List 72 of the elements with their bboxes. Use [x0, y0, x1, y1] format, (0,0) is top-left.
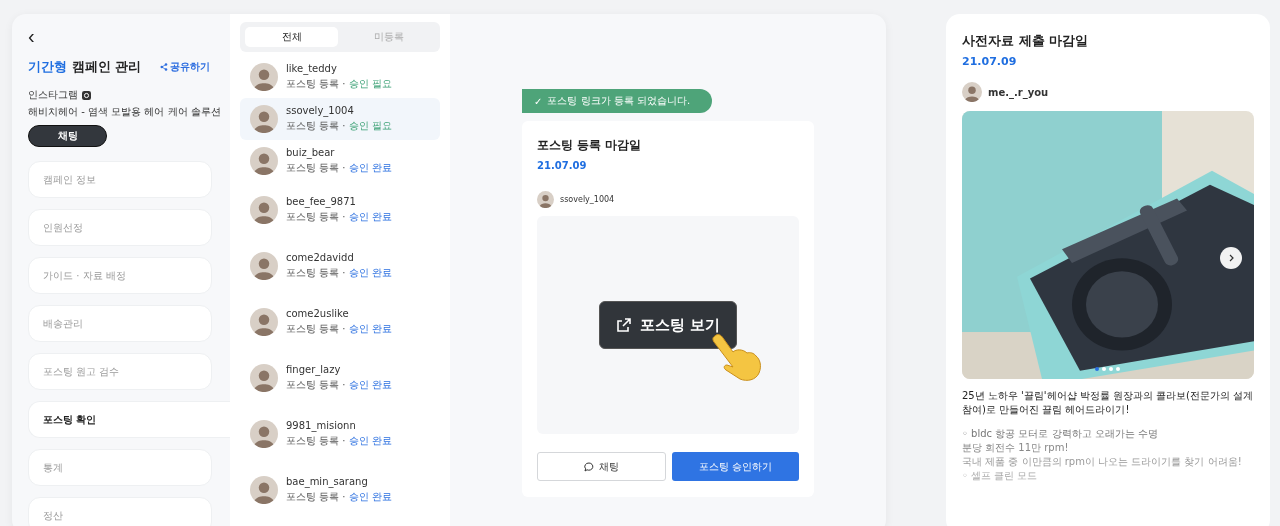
creator-row[interactable]: bee_fee_9871 포스팅 등록 · 승인 완료	[240, 182, 440, 238]
posting-status: 포스팅 등록 · 승인 필요	[286, 119, 392, 133]
view-posting-button[interactable]: 포스팅 보기	[599, 301, 737, 349]
creator-name: bae_min_sarang	[286, 476, 369, 487]
posting-status: 포스팅 등록 · 승인 완료	[286, 266, 392, 280]
toast-message: 포스팅 링크가 등록 되었습니다.	[547, 94, 691, 108]
avatar	[250, 364, 278, 392]
carousel-dot[interactable]	[1095, 367, 1099, 371]
creator-name: come2uslike	[286, 308, 350, 319]
creator-row[interactable]: come2davidd 포스팅 등록 · 승인 완료	[240, 238, 440, 294]
creator-row[interactable]: like_teddy 포스팅 등록 · 승인 필요	[240, 56, 440, 98]
card-title: 포스팅 등록 마감일	[537, 137, 643, 154]
creator-row[interactable]: buiz_bear 포스팅 등록 · 승인 완료	[240, 140, 440, 182]
avatar	[250, 147, 278, 175]
post-text: ◦ 셀프 클린 모드	[962, 469, 1039, 483]
avatar	[250, 308, 278, 336]
check-icon: ✓	[534, 95, 543, 107]
username: me._.r_you	[988, 86, 1049, 98]
carousel-dot[interactable]	[1116, 367, 1120, 371]
creator-name: 9981_misionn	[286, 420, 357, 431]
carousel-dot[interactable]	[1109, 367, 1113, 371]
post-text: 25년 노하우 '끌림'헤어샵 박정률 원장과의 콜라보(전문가의 설계 참여)로 만들어진 끌림 헤어드라이기!	[962, 389, 1254, 417]
posting-status: 포스팅 등록 · 승인 완료	[286, 490, 392, 504]
creator-row[interactable]: ssovely_1004 포스팅 등록 · 승인 필요	[240, 98, 440, 140]
back-button[interactable]: ‹	[28, 28, 44, 44]
creator-row[interactable]: come2uslike 포스팅 등록 · 승인 완료	[240, 294, 440, 350]
deadline-date: 21.07.09	[962, 55, 1018, 68]
creator-name: finger_lazy	[286, 364, 342, 375]
creator-name: bee_fee_9871	[286, 196, 357, 207]
posting-status: 포스팅 등록 · 승인 완료	[286, 434, 392, 448]
avatar	[250, 196, 278, 224]
avatar	[250, 63, 278, 91]
avatar	[250, 105, 278, 133]
creator-name: like_teddy	[286, 63, 338, 74]
card-title: 사전자료 제출 마감일	[962, 32, 1090, 50]
creator-name: come2davidd	[286, 252, 355, 263]
creator-row[interactable]: 9981_misionn 포스팅 등록 · 승인 완료	[240, 406, 440, 462]
deadline-date: 21.07.09	[537, 160, 588, 171]
chat-button[interactable]: 채팅	[537, 452, 666, 481]
creator-name: buiz_bear	[286, 147, 336, 158]
instagram-icon	[82, 90, 91, 100]
external-link-icon	[615, 317, 632, 333]
avatar	[962, 82, 982, 102]
chat-button[interactable]: 채팅	[28, 125, 107, 147]
post-text: 국내 제품 중 이만큼의 rpm이 나오는 드라이기를 찾기 어려움!	[962, 455, 1243, 469]
posting-status: 포스팅 등록 · 승인 완료	[286, 322, 392, 336]
page-title: 기간형 캠페인 관리	[28, 58, 142, 76]
channel-label: 인스타그램	[28, 88, 78, 102]
campaign-name: 해비치헤어 - 염색 모발용 헤어 케어 솔루션	[28, 105, 221, 119]
username: ssovely_1004	[560, 195, 615, 204]
pointing-hand-icon	[711, 332, 763, 382]
sidebar-item[interactable]: 포스팅 확인	[28, 401, 230, 438]
speech-bubble-icon	[584, 461, 594, 472]
chevron-right-icon	[1227, 254, 1235, 262]
creator-row[interactable]: bae_min_sarang 포스팅 등록 · 승인 완료	[240, 462, 440, 518]
share-icon	[160, 63, 168, 71]
creator-row[interactable]: finger_lazy 포스팅 등록 · 승인 완료	[240, 350, 440, 406]
approve-button[interactable]: 포스팅 승인하기	[672, 452, 799, 481]
post-text: 분당 회전수 11만 rpm!	[962, 441, 1070, 455]
avatar	[250, 252, 278, 280]
creator-name: ssovely_1004	[286, 105, 355, 116]
avatar	[250, 476, 278, 504]
posting-status: 포스팅 등록 · 승인 완료	[286, 210, 392, 224]
carousel-dot[interactable]	[1102, 367, 1106, 371]
filter-tab[interactable]: 전체	[245, 27, 338, 47]
posting-status: 포스팅 등록 · 승인 완료	[286, 378, 392, 392]
posting-status: 포스팅 등록 · 승인 필요	[286, 77, 392, 91]
avatar	[537, 191, 554, 208]
share-link[interactable]: 공유하기	[160, 60, 210, 74]
posting-status: 포스팅 등록 · 승인 완료	[286, 161, 392, 175]
post-text: ◦ bldc 항공 모터로 강력하고 오래가는 수명	[962, 427, 1159, 441]
avatar	[250, 420, 278, 448]
